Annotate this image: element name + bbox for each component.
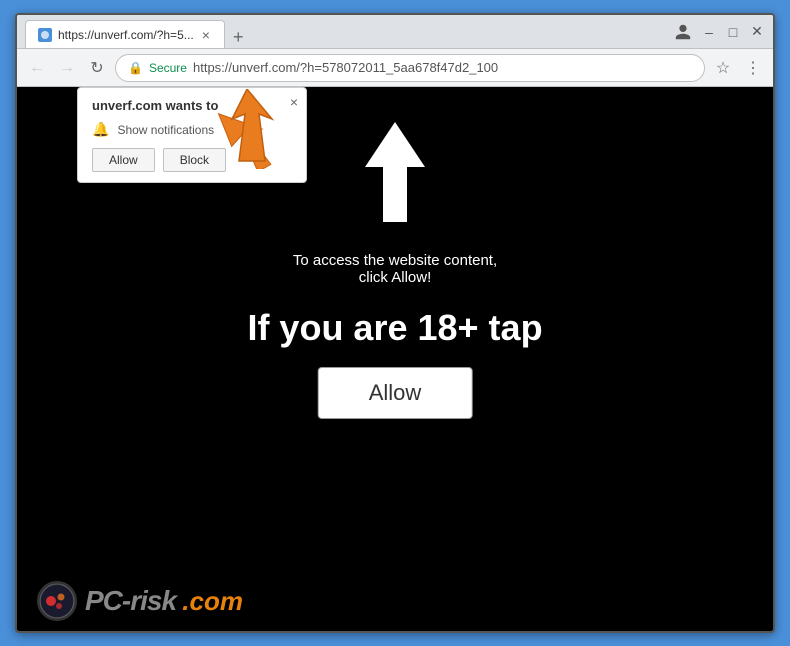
minimize-button[interactable]: – <box>701 24 717 40</box>
pc-text: PC-risk <box>85 586 182 616</box>
bookmark-star-icon[interactable]: ☆ <box>711 56 735 80</box>
tab-close-btn[interactable]: × <box>200 27 212 43</box>
up-arrow-icon <box>355 117 435 227</box>
orange-arrow-annotation <box>217 89 297 159</box>
secure-lock-icon: 🔒 <box>128 61 143 75</box>
pcrisk-com-text: .com <box>182 586 243 616</box>
tab-area: https://unverf.com/?h=5... × + <box>25 15 661 48</box>
pcrisk-text-container: PC-risk .com <box>85 585 243 617</box>
page-instruction-text: To access the website content, click All… <box>293 252 497 286</box>
bell-icon: 🔔 <box>92 121 109 138</box>
title-bar: https://unverf.com/?h=5... × + – □ ✕ <box>17 15 773 49</box>
url-display: https://unverf.com/?h=578072011_5aa678f4… <box>193 60 498 75</box>
page-allow-button[interactable]: Allow <box>318 367 473 419</box>
pcrisk-logo: PC-risk .com <box>37 581 243 621</box>
window-controls: – □ ✕ <box>673 22 765 42</box>
browser-window: https://unverf.com/?h=5... × + – □ ✕ ← →… <box>15 13 775 633</box>
tab-title: https://unverf.com/?h=5... <box>58 28 194 42</box>
popup-allow-button[interactable]: Allow <box>92 148 155 172</box>
arrow-svg <box>217 89 307 169</box>
popup-notification-text: Show notifications <box>117 123 214 137</box>
back-button[interactable]: ← <box>25 56 49 80</box>
up-arrow-container <box>355 117 435 232</box>
url-input[interactable]: 🔒 Secure https://unverf.com/?h=578072011… <box>115 54 705 82</box>
user-account-icon[interactable] <box>673 22 693 42</box>
new-tab-button[interactable]: + <box>225 27 252 48</box>
forward-button[interactable]: → <box>55 56 79 80</box>
instruction-line1: To access the website content, <box>293 252 497 269</box>
pcrisk-ball-svg <box>39 583 75 619</box>
maximize-button[interactable]: □ <box>725 24 741 40</box>
address-bar: ← → ↻ 🔒 Secure https://unverf.com/?h=578… <box>17 49 773 87</box>
browser-content: × unverf.com wants to 🔔 Show notificatio… <box>17 87 773 631</box>
refresh-button[interactable]: ↻ <box>85 56 109 80</box>
page-main-text: If you are 18+ tap <box>247 307 542 349</box>
address-bar-right: ☆ ⋮ <box>711 56 765 80</box>
secure-label: Secure <box>149 61 187 75</box>
browser-tab[interactable]: https://unverf.com/?h=5... × <box>25 20 225 48</box>
pcrisk-ball-icon <box>37 581 77 621</box>
instruction-line2: click Allow! <box>293 269 497 286</box>
tab-favicon <box>38 28 52 42</box>
browser-menu-icon[interactable]: ⋮ <box>741 56 765 80</box>
close-window-button[interactable]: ✕ <box>749 24 765 40</box>
